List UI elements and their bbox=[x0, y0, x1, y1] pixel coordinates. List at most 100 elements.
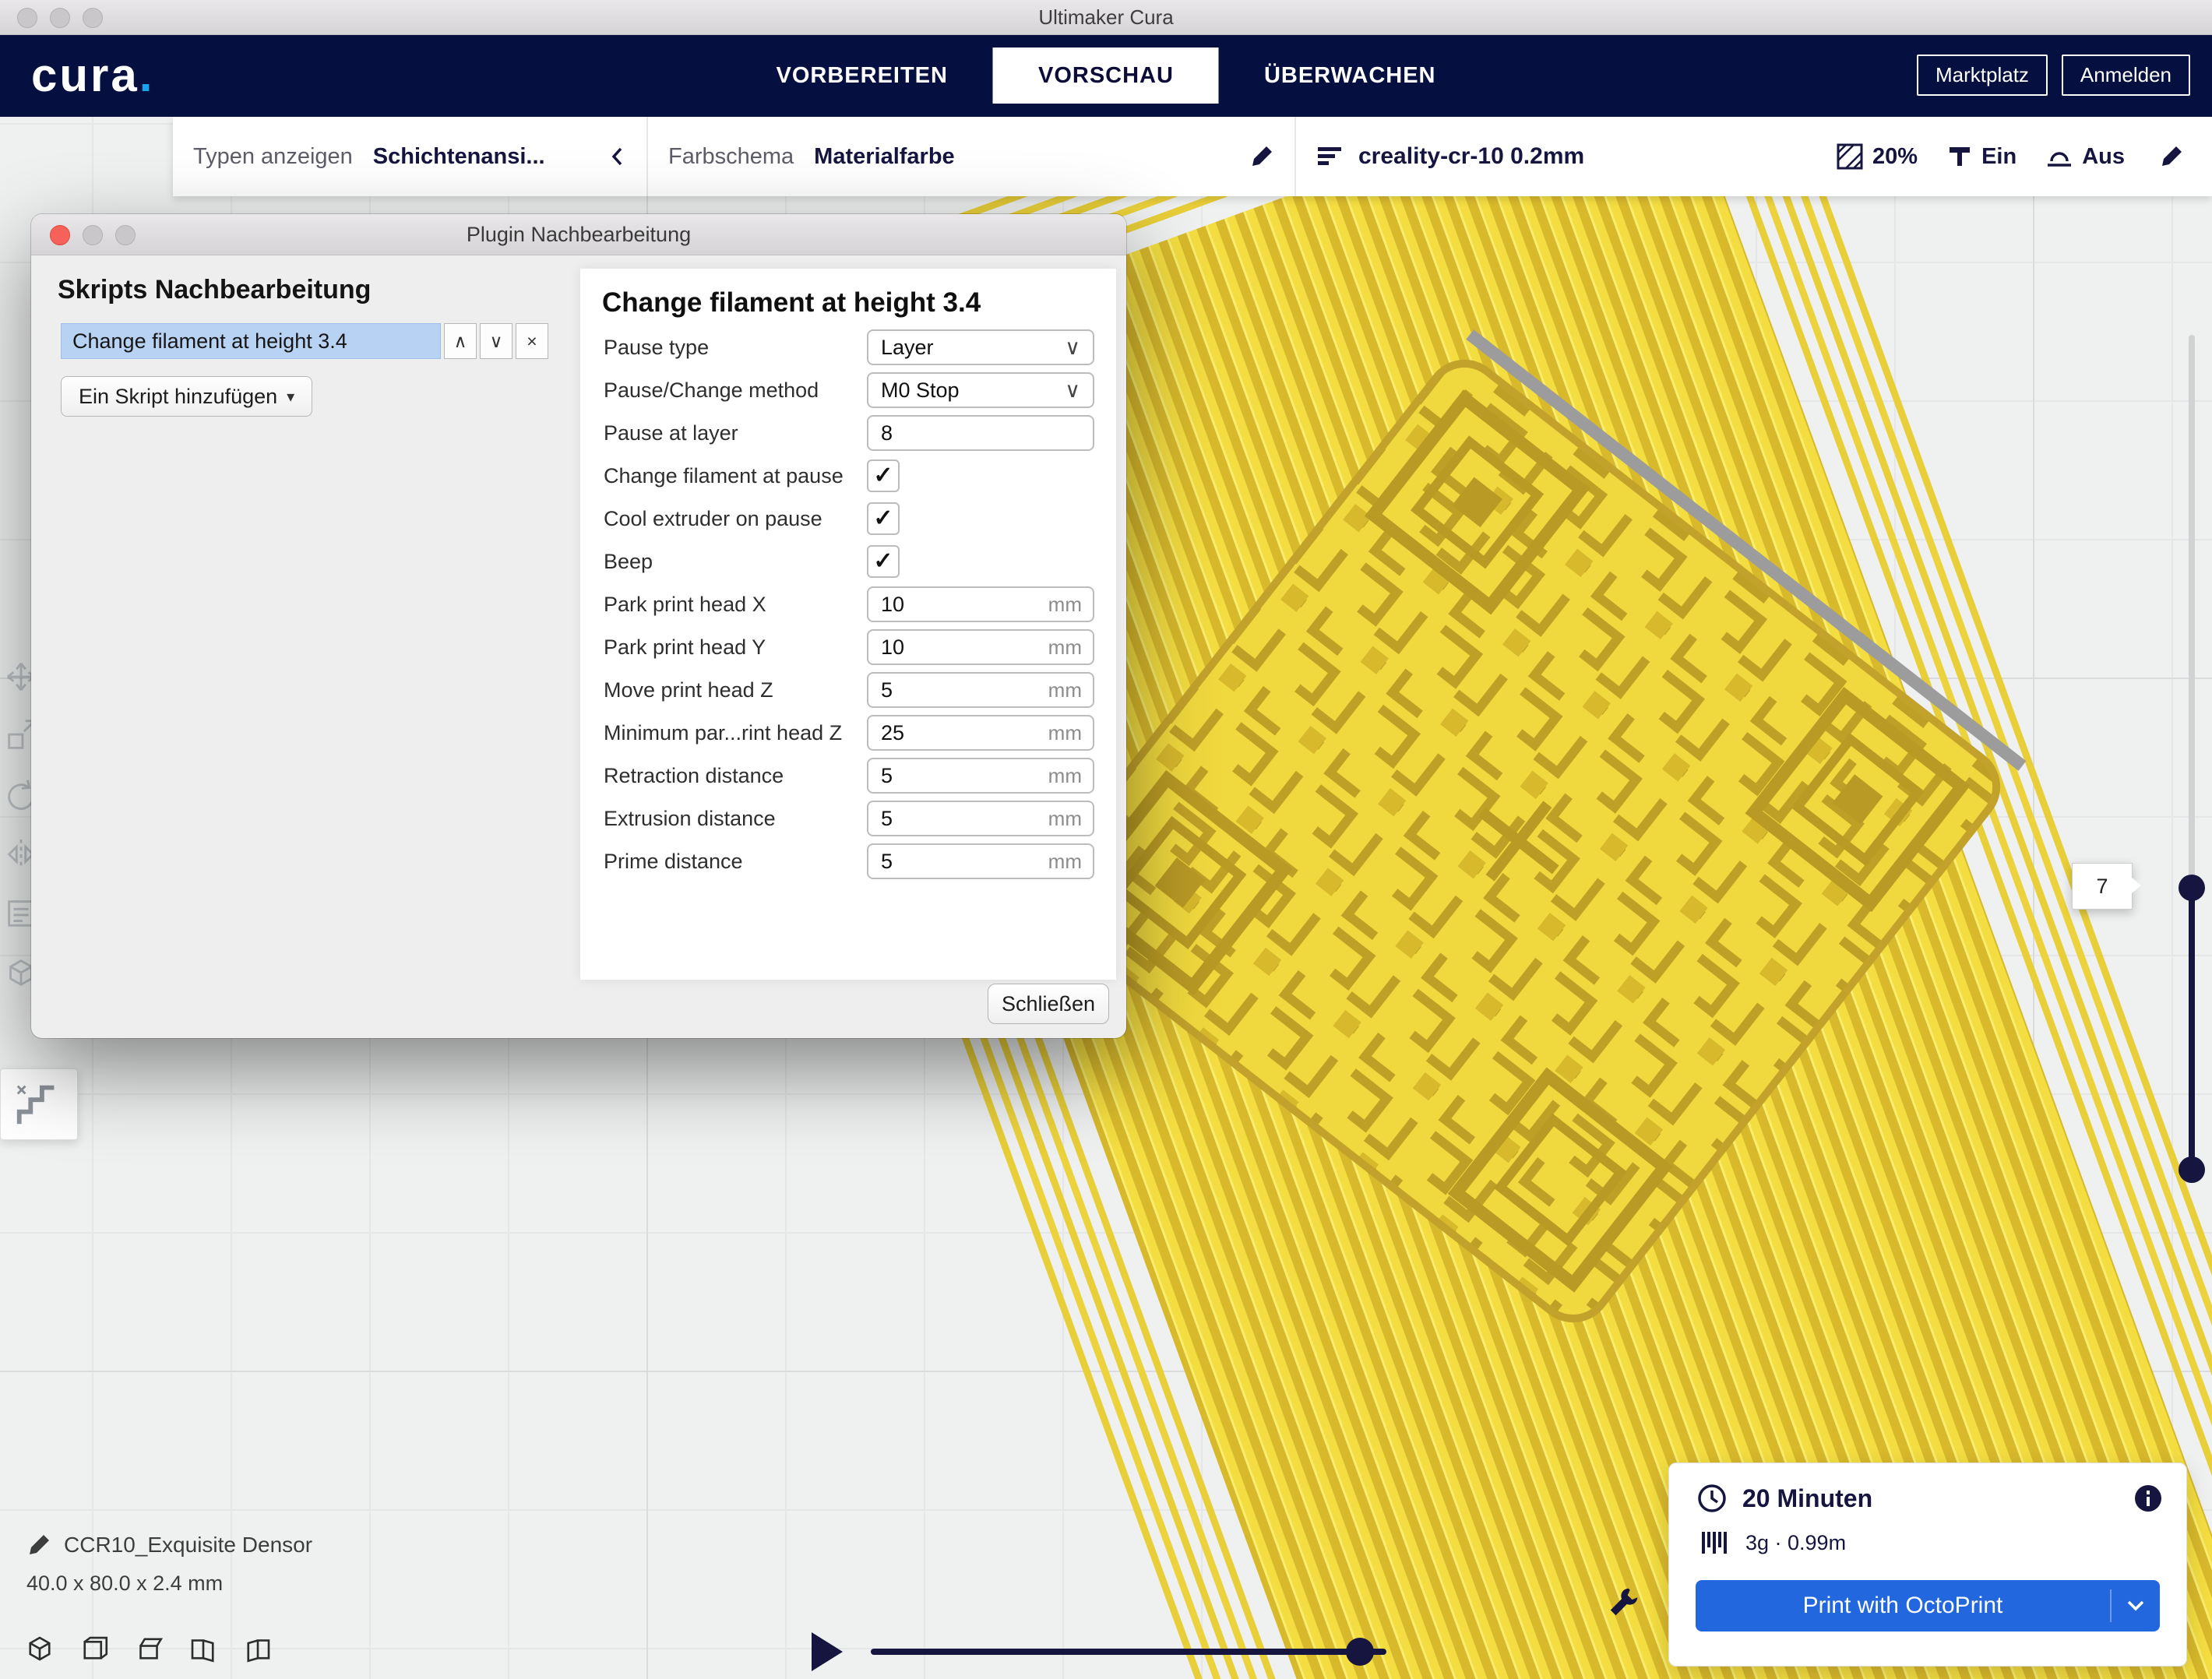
tab-ueberwachen[interactable]: ÜBERWACHEN bbox=[1219, 48, 1481, 104]
dialog-title: Plugin Nachbearbeitung bbox=[467, 223, 691, 247]
tab-vorbereiten[interactable]: VORBEREITEN bbox=[731, 48, 993, 104]
field-label: Pause at layer bbox=[604, 421, 867, 445]
layer-slider-lower-handle[interactable] bbox=[2179, 1156, 2205, 1183]
field-input[interactable]: mm bbox=[867, 629, 1094, 665]
view-type-selector[interactable]: Typen anzeigen Schichtenansi... bbox=[173, 117, 646, 196]
layer-slider-range bbox=[2189, 888, 2195, 1170]
field-label: Move print head Z bbox=[604, 678, 867, 702]
field-input-value[interactable] bbox=[879, 720, 1042, 746]
field-input-value[interactable] bbox=[879, 678, 1042, 703]
field-checkbox[interactable]: ✓ bbox=[867, 459, 900, 492]
window-minimize-button[interactable] bbox=[50, 8, 70, 28]
adjust-settings-icon[interactable] bbox=[1606, 1584, 1642, 1620]
field-control: ✓ bbox=[867, 459, 1094, 492]
selected-script-item[interactable]: Change filament at height 3.4 bbox=[61, 323, 441, 359]
window-zoom-button[interactable] bbox=[83, 8, 103, 28]
rename-model-icon[interactable] bbox=[26, 1533, 51, 1558]
move-script-up-button[interactable]: ∧ bbox=[444, 323, 477, 359]
check-icon: ✓ bbox=[873, 464, 893, 488]
script-settings-panel: Change filament at height 3.4 Pause type… bbox=[580, 269, 1116, 980]
adhesion-setting[interactable]: Aus bbox=[2046, 144, 2125, 170]
field-label: Retraction distance bbox=[604, 764, 867, 788]
color-scheme-selector[interactable]: Farbschema Materialfarbe bbox=[648, 117, 1294, 196]
field-select-value: M0 Stop bbox=[881, 378, 960, 403]
field-checkbox[interactable]: ✓ bbox=[867, 502, 900, 535]
scripts-heading: Skripts Nachbearbeitung bbox=[58, 275, 371, 305]
view-preset-right-icon[interactable] bbox=[240, 1631, 276, 1667]
add-script-button[interactable]: Ein Skript hinzufügen ▾ bbox=[61, 376, 312, 417]
field-control: M0 Stop∨ bbox=[867, 372, 1094, 408]
dialog-minimize-button[interactable] bbox=[83, 225, 103, 245]
layer-number: 7 bbox=[2096, 875, 2108, 899]
print-with-octoprint-button[interactable]: Print with OctoPrint bbox=[1696, 1580, 2160, 1631]
window-close-button[interactable] bbox=[17, 8, 37, 28]
clock-icon bbox=[1696, 1482, 1728, 1515]
print-options-chevron-icon[interactable] bbox=[2112, 1600, 2160, 1612]
field-input[interactable]: mm bbox=[867, 672, 1094, 708]
field-select[interactable]: M0 Stop∨ bbox=[867, 372, 1094, 408]
field-row: Beep✓ bbox=[604, 544, 1094, 579]
field-row: Extrusion distancemm bbox=[604, 801, 1094, 836]
support-setting[interactable]: Ein bbox=[1947, 144, 2017, 170]
field-row: Prime distancemm bbox=[604, 843, 1094, 879]
play-button[interactable] bbox=[812, 1632, 843, 1671]
post-processing-dialog: Plugin Nachbearbeitung Skripts Nachbearb… bbox=[31, 214, 1126, 1038]
field-row: Pause/Change methodM0 Stop∨ bbox=[604, 372, 1094, 408]
marketplace-button[interactable]: Marktplatz bbox=[1917, 55, 2048, 96]
timeline-track[interactable] bbox=[871, 1649, 1386, 1655]
timeline-handle[interactable] bbox=[1346, 1638, 1374, 1666]
field-input[interactable]: mm bbox=[867, 758, 1094, 794]
field-select[interactable]: Layer∨ bbox=[867, 329, 1094, 365]
field-input[interactable]: mm bbox=[867, 843, 1094, 879]
infill-icon bbox=[1837, 143, 1863, 170]
dialog-titlebar[interactable]: Plugin Nachbearbeitung bbox=[31, 214, 1126, 255]
support-value: Ein bbox=[1981, 144, 2017, 170]
app-window: 7 20 Minuten 3g bbox=[0, 0, 2212, 1679]
view-preset-3d-icon[interactable] bbox=[22, 1631, 58, 1667]
field-input[interactable]: mm bbox=[867, 715, 1094, 751]
field-input-value[interactable] bbox=[879, 592, 1042, 618]
field-unit: mm bbox=[1048, 593, 1082, 617]
infill-setting[interactable]: 20% bbox=[1837, 143, 1918, 170]
remove-script-button[interactable]: × bbox=[516, 323, 548, 359]
field-control: ✓ bbox=[867, 502, 1094, 535]
move-script-down-button[interactable]: ∨ bbox=[480, 323, 512, 359]
field-checkbox[interactable]: ✓ bbox=[867, 545, 900, 578]
dialog-zoom-button[interactable] bbox=[115, 225, 136, 245]
close-dialog-button[interactable]: Schließen bbox=[988, 984, 1109, 1024]
layer-slider-upper-handle[interactable] bbox=[2179, 875, 2205, 901]
field-unit: mm bbox=[1048, 850, 1082, 874]
field-input-value[interactable] bbox=[879, 806, 1042, 832]
layer-number-tooltip[interactable]: 7 bbox=[2072, 863, 2133, 910]
field-label: Pause type bbox=[604, 336, 867, 360]
tab-vorschau[interactable]: VORSCHAU bbox=[993, 48, 1219, 104]
info-icon[interactable] bbox=[2133, 1484, 2163, 1513]
field-input-value[interactable] bbox=[879, 421, 1082, 446]
model-info: CCR10_Exquisite Densor 40.0 x 80.0 x 2.4… bbox=[26, 1533, 312, 1596]
collapse-chevron-icon[interactable] bbox=[609, 145, 626, 168]
signin-button[interactable]: Anmelden bbox=[2062, 55, 2190, 96]
view-preset-front-icon[interactable] bbox=[76, 1631, 112, 1667]
field-input[interactable]: mm bbox=[867, 586, 1094, 622]
dialog-close-button[interactable] bbox=[50, 225, 70, 245]
macos-titlebar: Ultimaker Cura bbox=[0, 0, 2212, 35]
edit-print-settings-icon[interactable] bbox=[2159, 144, 2184, 169]
field-row: Pause typeLayer∨ bbox=[604, 329, 1094, 365]
script-list: Change filament at height 3.4 ∧ ∨ × bbox=[61, 323, 548, 359]
adhesion-icon bbox=[2046, 144, 2073, 169]
field-row: Pause at layer bbox=[604, 415, 1094, 451]
field-input[interactable] bbox=[867, 415, 1094, 451]
field-input-value[interactable] bbox=[879, 849, 1042, 875]
field-input-value[interactable] bbox=[879, 635, 1042, 660]
edit-view-settings-icon[interactable] bbox=[1249, 144, 1274, 169]
model-name: CCR10_Exquisite Densor bbox=[64, 1533, 312, 1558]
view-preset-left-icon[interactable] bbox=[185, 1631, 221, 1667]
field-row: Change filament at pause✓ bbox=[604, 458, 1094, 494]
print-settings-panel[interactable]: creality-cr-10 0.2mm 20% Ein Aus bbox=[1296, 117, 2212, 196]
view-preset-top-icon[interactable] bbox=[131, 1631, 167, 1667]
field-control: mm bbox=[867, 629, 1094, 665]
field-input-value[interactable] bbox=[879, 763, 1042, 789]
object-list-panel[interactable] bbox=[0, 1068, 78, 1140]
check-icon: ✓ bbox=[873, 507, 893, 530]
field-input[interactable]: mm bbox=[867, 801, 1094, 836]
